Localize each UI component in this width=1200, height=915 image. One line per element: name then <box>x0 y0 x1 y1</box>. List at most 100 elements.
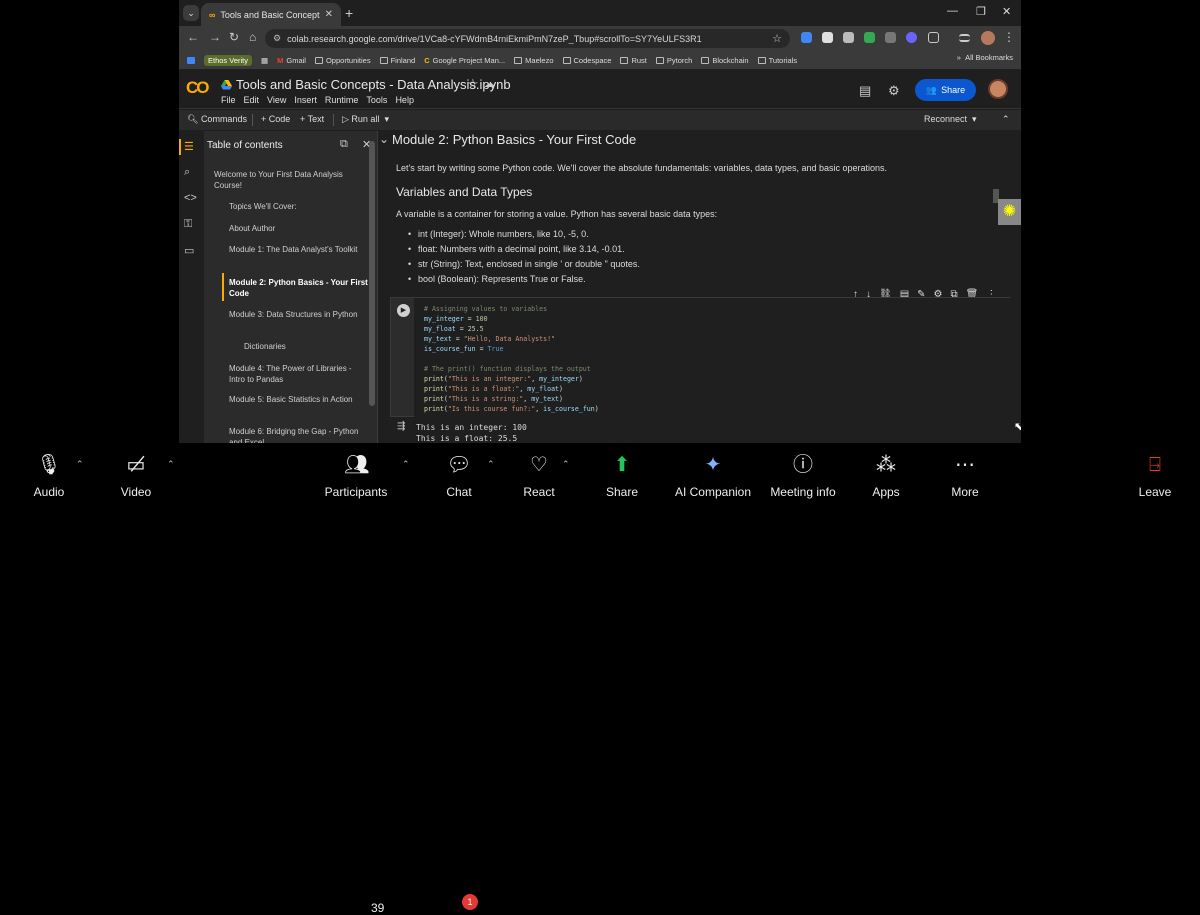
comments-icon[interactable]: ▤ <box>859 83 871 99</box>
toc-item[interactable]: Topics We'll Cover: <box>229 201 369 212</box>
toc-item[interactable]: Welcome to Your First Data Analysis Cour… <box>214 169 354 191</box>
home-icon[interactable]: ⌂ <box>249 30 256 44</box>
extension-icon[interactable] <box>843 32 854 43</box>
code-snippets-icon[interactable]: <> <box>184 192 197 204</box>
colab-logo[interactable]: CO <box>186 78 209 98</box>
extension-icon[interactable] <box>801 32 812 43</box>
bookmark-rust[interactable]: Rust <box>620 56 647 65</box>
tab-search-icon[interactable]: ⌄ <box>183 5 199 21</box>
menu-help[interactable]: Help <box>395 95 414 105</box>
menu-file[interactable]: File <box>221 95 236 105</box>
share-screen-button[interactable]: ⬆ Share <box>602 453 642 499</box>
menu-insert[interactable]: Insert <box>294 95 317 105</box>
tab-colab[interactable]: ∞ Tools and Basic Concepts - Data Analys… <box>201 3 341 26</box>
reading-list-icon[interactable] <box>959 34 970 42</box>
participants-caret-icon[interactable]: ⌃ <box>402 459 410 470</box>
bookmark-tutorials[interactable]: Tutorials <box>757 56 797 65</box>
forward-icon[interactable]: → <box>209 30 221 44</box>
back-icon[interactable]: ← <box>187 30 199 44</box>
address-bar[interactable]: ⚙ colab.research.google.com/drive/1VCa8-… <box>265 29 790 48</box>
bookmark-google-project[interactable]: C Google Project Man... <box>424 56 505 65</box>
restore-icon[interactable]: ❐ <box>976 5 986 18</box>
assistant-sparkle-icon[interactable]: ✺ <box>998 199 1021 225</box>
leave-button[interactable]: ⍈ Leave <box>1136 453 1174 499</box>
ai-companion-button[interactable]: ✦ AI Companion <box>674 453 752 499</box>
output-options-icon[interactable]: ⇶ <box>397 421 405 432</box>
extension-icon[interactable] <box>864 32 875 43</box>
bookmark-blockchain[interactable]: Blockchain <box>701 56 749 65</box>
react-caret-icon[interactable]: ⌃ <box>562 459 570 470</box>
reload-icon[interactable]: ↻ <box>229 30 239 44</box>
toc-item[interactable]: About Author <box>229 223 369 234</box>
apps-icon[interactable] <box>187 56 195 64</box>
bookmark-star-icon[interactable]: ☆ <box>772 32 782 45</box>
bookmark-pytorch[interactable]: Pytorch <box>655 56 692 65</box>
menu-view[interactable]: View <box>267 95 286 105</box>
close-tab-icon[interactable]: ✕ <box>325 9 333 20</box>
url-text[interactable]: colab.research.google.com/drive/1VCa8-cY… <box>287 34 772 44</box>
menu-tools[interactable]: Tools <box>366 95 387 105</box>
grid-icon[interactable]: ▦ <box>261 56 268 65</box>
apps-button[interactable]: ⁂ Apps <box>868 453 904 499</box>
bookmark-codespace[interactable]: Codespace <box>562 56 611 65</box>
extension-icon[interactable] <box>885 32 896 43</box>
bookmark-finland[interactable]: Finland <box>379 56 415 65</box>
toc-item[interactable]: Dictionaries <box>244 341 377 352</box>
bookmark-ethos-verity[interactable]: Ethos Verity <box>204 54 253 66</box>
drive-icon[interactable] <box>221 80 232 90</box>
secrets-key-icon[interactable]: ⚿ <box>184 218 192 231</box>
files-folder-icon[interactable]: ▭ <box>184 244 194 257</box>
browser-menu-icon[interactable]: ⋮ <box>1003 30 1015 44</box>
intro-text: Let's start by writing some Python code.… <box>396 163 888 173</box>
toc-item[interactable]: Module 6: Bridging the Gap - Python and … <box>229 426 369 443</box>
add-text-button[interactable]: + Text <box>300 114 324 124</box>
collapse-section-icon[interactable]: ⌄ <box>379 132 389 146</box>
add-code-button[interactable]: + Code <box>261 114 290 124</box>
run-cell-button[interactable]: ▶ <box>397 304 410 317</box>
participants-button[interactable]: 👥︎ Participants <box>324 453 388 499</box>
user-avatar[interactable] <box>988 79 1008 99</box>
find-icon[interactable]: ⌕ <box>184 166 190 179</box>
toc-item[interactable]: Module 3: Data Structures in Python <box>229 309 369 320</box>
star-notebook-icon[interactable]: ☆ <box>467 76 479 92</box>
close-window-icon[interactable]: ✕ <box>1002 5 1011 18</box>
new-tab-icon[interactable]: + <box>345 5 353 21</box>
extension-icon[interactable] <box>822 32 833 43</box>
bookmark-maelezo[interactable]: Maelezo <box>514 56 554 65</box>
toc-scrollbar[interactable] <box>369 141 375 406</box>
site-info-icon[interactable]: ⚙ <box>273 33 281 44</box>
toc-item-active[interactable]: Module 2: Python Basics - Your First Cod… <box>229 277 369 299</box>
code-editor[interactable]: # Assigning values to variables my_integ… <box>414 298 1011 418</box>
toc-item[interactable]: Module 4: The Power of Libraries - Intro… <box>229 363 369 385</box>
extensions-puzzle-icon[interactable] <box>928 32 939 43</box>
toc-item[interactable]: Module 5: Basic Statistics in Action <box>229 394 369 405</box>
all-bookmarks[interactable]: » All Bookmarks <box>957 53 1013 62</box>
chat-button[interactable]: 💬︎ Chat <box>440 453 478 499</box>
commands-button[interactable]: 🔍︎ Commands <box>187 114 247 125</box>
open-in-tab-icon[interactable]: ⧉ <box>340 138 348 151</box>
share-button[interactable]: 👥 Share <box>915 79 976 101</box>
minimize-icon[interactable]: — <box>947 5 958 17</box>
toc-item[interactable]: Module 1: The Data Analyst's Toolkit <box>229 244 369 255</box>
reconnect-button[interactable]: Reconnect ▾ <box>924 114 977 125</box>
bookmark-opportunities[interactable]: Opportunities <box>314 56 371 65</box>
collapse-header-icon[interactable]: ⌃ <box>1002 114 1010 125</box>
react-button[interactable]: ♡ React <box>520 453 558 499</box>
video-options-caret-icon[interactable]: ⌃ <box>167 459 175 470</box>
menu-edit[interactable]: Edit <box>244 95 260 105</box>
code-cell[interactable]: ▶ # Assigning values to variables my_int… <box>390 297 1011 418</box>
meeting-info-button[interactable]: ⓘ Meeting info <box>767 453 839 499</box>
extension-icon[interactable] <box>906 32 917 43</box>
chat-caret-icon[interactable]: ⌃ <box>487 459 495 470</box>
audio-options-caret-icon[interactable]: ⌃ <box>76 459 84 470</box>
profile-avatar[interactable] <box>981 31 995 45</box>
settings-gear-icon[interactable]: ⚙ <box>888 83 900 99</box>
cloud-saved-icon[interactable]: ☁ <box>484 77 495 90</box>
menu-runtime[interactable]: Runtime <box>325 95 359 105</box>
video-button[interactable]: ▭̸ Video <box>116 453 156 499</box>
audio-button[interactable]: 🎙︎ Audio <box>30 453 68 499</box>
more-button[interactable]: ⋯ More <box>946 453 984 499</box>
run-all-button[interactable]: ▷ Run all ▾ <box>342 114 389 125</box>
toc-icon[interactable]: ☰ <box>184 140 194 153</box>
bookmark-gmail[interactable]: M Gmail <box>277 56 306 65</box>
